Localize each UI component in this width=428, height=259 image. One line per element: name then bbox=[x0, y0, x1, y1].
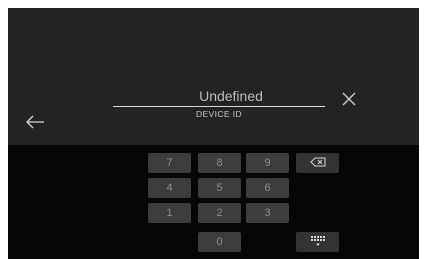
key-0[interactable]: 0 bbox=[198, 232, 241, 252]
device-id-input[interactable]: Undefined bbox=[113, 86, 325, 107]
key-9[interactable]: 9 bbox=[246, 153, 289, 173]
key-8[interactable]: 8 bbox=[198, 153, 241, 173]
backspace-key[interactable] bbox=[296, 153, 339, 173]
keyboard-hide-icon bbox=[310, 235, 326, 250]
key-2[interactable]: 2 bbox=[198, 203, 241, 223]
close-icon bbox=[342, 92, 356, 111]
key-1[interactable]: 1 bbox=[148, 203, 191, 223]
backspace-icon bbox=[309, 157, 326, 170]
arrow-left-icon bbox=[25, 115, 45, 134]
hide-keyboard-key[interactable] bbox=[296, 232, 339, 252]
key-4[interactable]: 4 bbox=[148, 178, 191, 198]
key-6[interactable]: 6 bbox=[246, 178, 289, 198]
key-7[interactable]: 7 bbox=[148, 153, 191, 173]
device-id-entry-screen: Undefined DEVICE ID 7 8 9 4 5 6 1 2 3 0 bbox=[8, 8, 419, 259]
back-button[interactable] bbox=[22, 111, 48, 137]
key-5[interactable]: 5 bbox=[198, 178, 241, 198]
clear-button[interactable] bbox=[338, 90, 360, 112]
device-id-label: DEVICE ID bbox=[195, 109, 243, 119]
numeric-keypad: 7 8 9 4 5 6 1 2 3 0 bbox=[8, 145, 419, 259]
device-id-value: Undefined bbox=[199, 88, 263, 104]
key-3[interactable]: 3 bbox=[246, 203, 289, 223]
input-panel: Undefined DEVICE ID bbox=[8, 8, 419, 145]
